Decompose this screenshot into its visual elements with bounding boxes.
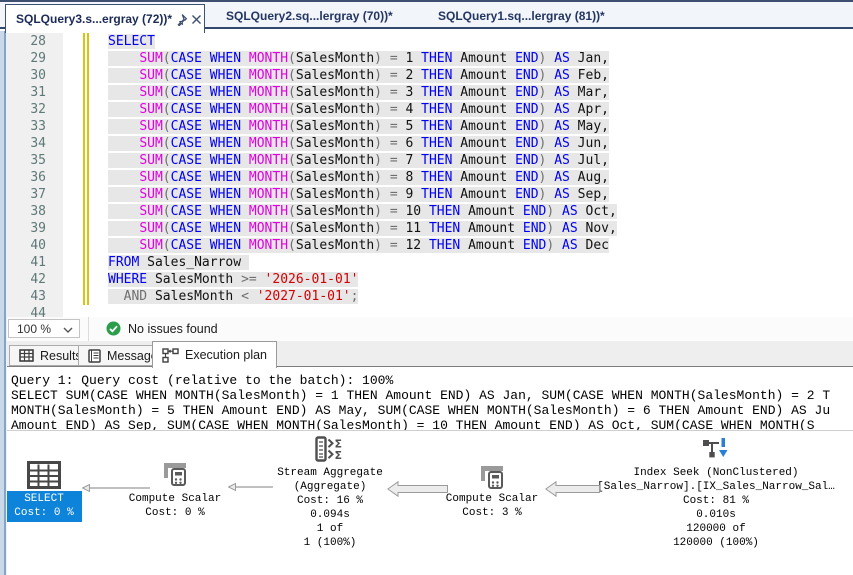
line-number: 36 (30, 170, 46, 185)
zoom-value: 100 % (17, 321, 52, 336)
plan-node-index-seek[interactable]: Index Seek (NonClustered) [Sales_Narrow].… (576, 431, 853, 575)
line-number: 28 (30, 34, 46, 49)
svg-text:Σ: Σ (335, 449, 343, 462)
code-line-30[interactable]: SUM(CASE WHEN MONTH(SalesMonth) = 2 THEN… (108, 67, 617, 84)
line-number: 35 (30, 153, 46, 168)
check-circle-icon (106, 321, 121, 336)
line-number: 38 (30, 204, 46, 219)
line-number: 34 (30, 136, 46, 151)
tab-execution-plan[interactable]: Execution plan (152, 341, 278, 368)
change-tracking-bar (87, 33, 89, 305)
tab-sqlquery1[interactable]: SQLQuery1.sq...lergray (81))* (438, 9, 605, 23)
plan-node-label: Index Seek (NonClustered) [Sales_Narrow].… (597, 467, 835, 549)
code-line-38[interactable]: SUM(CASE WHEN MONTH(SalesMonth) = 10 THE… (108, 203, 617, 220)
plan-statement-header: Query 1: Query cost (relative to the bat… (7, 367, 853, 430)
editor-status-bar: 100 % No issues found (7, 317, 853, 341)
plan-statement-line: SELECT SUM(CASE WHEN MONTH(SalesMonth) =… (11, 388, 831, 403)
line-number: 43 (30, 289, 46, 304)
execution-plan-icon (162, 347, 179, 363)
ssms-window: SQLQuery3.s...ergray (72))* SQLQuery2.sq… (0, 0, 853, 575)
line-number: 39 (30, 221, 46, 236)
line-number: 37 (30, 187, 46, 202)
plan-arrow-thick[interactable] (387, 481, 448, 497)
code-lines[interactable]: SELECT SUM(CASE WHEN MONTH(SalesMonth) =… (108, 33, 617, 305)
code-line-43[interactable]: AND SalesMonth < '2027-01-01'; (108, 288, 617, 305)
chevron-down-icon (63, 322, 73, 336)
plan-arrow-thick[interactable] (545, 481, 600, 497)
tab-sqlquery3[interactable]: SQLQuery3.s...ergray (72))* (5, 4, 205, 33)
code-line-37[interactable]: SUM(CASE WHEN MONTH(SalesMonth) = 9 THEN… (108, 186, 617, 203)
line-number: 41 (30, 255, 46, 270)
tab-sqlquery3-label: SQLQuery3.s...ergray (72))* (16, 12, 173, 26)
line-number: 40 (30, 238, 46, 253)
line-number: 31 (30, 85, 46, 100)
plan-statement-line: Query 1: Query cost (relative to the bat… (11, 373, 394, 388)
tab-results-label: Results (40, 348, 82, 363)
tab-execution-plan-label: Execution plan (185, 348, 268, 362)
line-number: 32 (30, 102, 46, 117)
results-grid-icon (19, 349, 34, 362)
code-line-29[interactable]: SUM(CASE WHEN MONTH(SalesMonth) = 1 THEN… (108, 50, 617, 67)
window-left-border (0, 31, 7, 575)
code-line-31[interactable]: SUM(CASE WHEN MONTH(SalesMonth) = 3 THEN… (108, 84, 617, 101)
plan-arrow-thin[interactable] (228, 482, 273, 492)
code-line-35[interactable]: SUM(CASE WHEN MONTH(SalesMonth) = 7 THEN… (108, 152, 617, 169)
line-number: 29 (30, 51, 46, 66)
plan-statement-line: MONTH(SalesMonth) = 5 THEN Amount END) A… (11, 403, 831, 418)
line-number: 42 (30, 272, 46, 287)
code-line-40[interactable]: SUM(CASE WHEN MONTH(SalesMonth) = 12 THE… (108, 237, 617, 254)
document-tab-strip: SQLQuery3.s...ergray (72))* SQLQuery2.sq… (0, 0, 853, 33)
line-number-gutter: 28 29 30 31 32 33 34 35 36 37 38 39 40 41 42 43 44 (7, 31, 63, 317)
line-number: 33 (30, 119, 46, 134)
line-number: 30 (30, 68, 46, 83)
code-line-36[interactable]: SUM(CASE WHEN MONTH(SalesMonth) = 8 THEN… (108, 169, 617, 186)
status-separator (88, 317, 89, 341)
execution-plan-panel: Query 1: Query cost (relative to the bat… (7, 366, 853, 575)
plan-statement-line: Amount END) AS Sep, SUM(CASE WHEN MONTH(… (11, 418, 815, 430)
code-line-32[interactable]: SUM(CASE WHEN MONTH(SalesMonth) = 4 THEN… (108, 101, 617, 118)
plan-arrow-thin[interactable] (82, 483, 150, 493)
code-line-41[interactable]: FROM Sales_Narrow (108, 254, 617, 271)
code-line-28[interactable]: SELECT (108, 33, 617, 50)
code-line-39[interactable]: SUM(CASE WHEN MONTH(SalesMonth) = 11 THE… (108, 220, 617, 237)
issues-message: No issues found (128, 321, 218, 336)
results-tab-bar: Results Messages Execution plan (7, 341, 853, 368)
index-seek-icon (576, 435, 853, 470)
tab-sqlquery2[interactable]: SQLQuery2.sq...lergray (70))* (226, 9, 393, 23)
zoom-select[interactable]: 100 % (8, 319, 80, 338)
sql-editor[interactable]: 28 29 30 31 32 33 34 35 36 37 38 39 40 41 42 43 44 SELEC… (7, 31, 853, 317)
close-icon[interactable] (191, 11, 202, 27)
code-line-34[interactable]: SUM(CASE WHEN MONTH(SalesMonth) = 6 THEN… (108, 135, 617, 152)
pin-icon[interactable] (175, 11, 188, 27)
messages-icon (88, 348, 101, 363)
code-line-33[interactable]: SUM(CASE WHEN MONTH(SalesMonth) = 5 THEN… (108, 118, 617, 135)
line-number: 44 (30, 306, 46, 317)
code-line-42[interactable]: WHERE SalesMonth >= '2026-01-01' (108, 271, 617, 288)
change-tracking-bar (83, 33, 85, 305)
plan-canvas[interactable]: SELECT Cost: 0 % Compute Scalar Cost: 0 % Σ Σ… (7, 430, 853, 575)
